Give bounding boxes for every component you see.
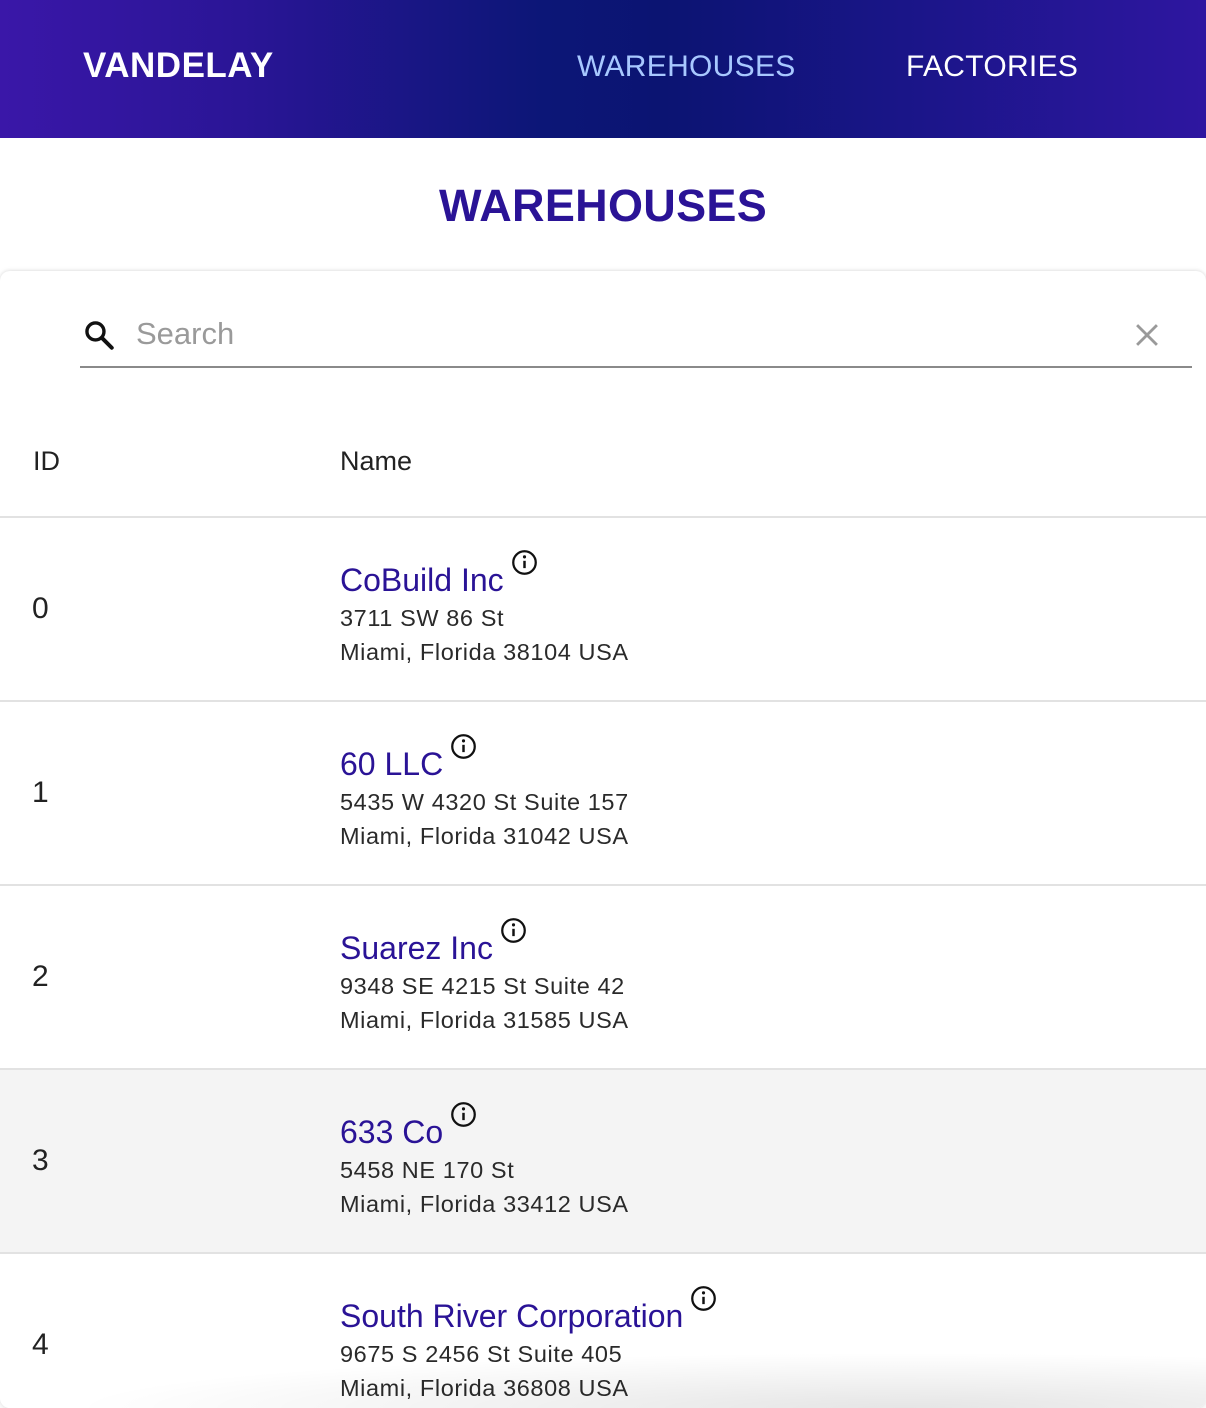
row-id: 1	[32, 776, 49, 809]
warehouse-name-link[interactable]: South River Corporation	[340, 1286, 717, 1335]
row-id: 4	[32, 1328, 49, 1361]
warehouse-name[interactable]: CoBuild Inc	[340, 562, 504, 598]
address-line-1: 9675 S 2456 St Suite 405	[340, 1341, 623, 1367]
warehouse-name[interactable]: Suarez Inc	[340, 930, 493, 966]
warehouses-table-card: ID Name 0 CoBuild Inc 3711 SW 86 St Miam…	[0, 271, 1206, 1408]
address-line-2: Miami, Florida 33412 USA	[340, 1191, 629, 1217]
column-header-name[interactable]: Name	[340, 446, 412, 477]
warehouse-name[interactable]: 633 Co	[340, 1114, 443, 1150]
warehouse-name-link[interactable]: 633 Co	[340, 1102, 477, 1151]
info-icon[interactable]	[450, 733, 477, 760]
brand-logo[interactable]: VANDELAY	[83, 46, 274, 86]
address-line-1: 9348 SE 4215 St Suite 42	[340, 973, 625, 999]
info-icon[interactable]	[511, 549, 538, 576]
table-row[interactable]: 1 60 LLC 5435 W 4320 St Suite 157 Miami,…	[0, 702, 1206, 886]
search-input[interactable]	[136, 314, 1116, 354]
row-id: 0	[32, 592, 49, 625]
address-line-1: 3711 SW 86 St	[340, 605, 505, 631]
table-row[interactable]: 0 CoBuild Inc 3711 SW 86 St Miami, Flori…	[0, 518, 1206, 702]
row-id: 2	[32, 960, 49, 993]
address-line-2: Miami, Florida 36808 USA	[340, 1375, 629, 1401]
table-row[interactable]: 4 South River Corporation 9675 S 2456 St…	[0, 1254, 1206, 1408]
warehouse-name[interactable]: 60 LLC	[340, 746, 443, 782]
table-header: ID Name	[0, 379, 1206, 518]
info-icon[interactable]	[500, 917, 527, 944]
top-navigation-bar: VANDELAY WAREHOUSES FACTORIES	[0, 0, 1206, 138]
clear-search-button[interactable]	[1130, 318, 1164, 352]
table-row[interactable]: 2 Suarez Inc 9348 SE 4215 St Suite 42 Mi…	[0, 886, 1206, 1070]
info-icon[interactable]	[690, 1285, 717, 1312]
search-icon	[85, 321, 114, 350]
warehouse-name-link[interactable]: CoBuild Inc	[340, 550, 538, 599]
address-line-2: Miami, Florida 38104 USA	[340, 639, 629, 665]
table-row-hovered[interactable]: 3 633 Co 5458 NE 170 St Miami, Florida 3…	[0, 1070, 1206, 1254]
address-line-1: 5435 W 4320 St Suite 157	[340, 789, 629, 815]
nav-link-warehouses[interactable]: WAREHOUSES	[577, 50, 796, 84]
column-header-id[interactable]: ID	[33, 446, 60, 477]
warehouse-name-link[interactable]: Suarez Inc	[340, 918, 527, 967]
warehouse-name[interactable]: South River Corporation	[340, 1298, 683, 1334]
info-icon[interactable]	[450, 1101, 477, 1128]
close-icon	[1136, 324, 1158, 346]
search-bar	[80, 304, 1192, 368]
address-line-2: Miami, Florida 31585 USA	[340, 1007, 629, 1033]
address-line-1: 5458 NE 170 St	[340, 1157, 515, 1183]
address-line-2: Miami, Florida 31042 USA	[340, 823, 629, 849]
page-title: WAREHOUSES	[438, 180, 768, 231]
warehouse-name-link[interactable]: 60 LLC	[340, 734, 477, 783]
row-id: 3	[32, 1144, 49, 1177]
nav-link-factories[interactable]: FACTORIES	[906, 50, 1078, 84]
